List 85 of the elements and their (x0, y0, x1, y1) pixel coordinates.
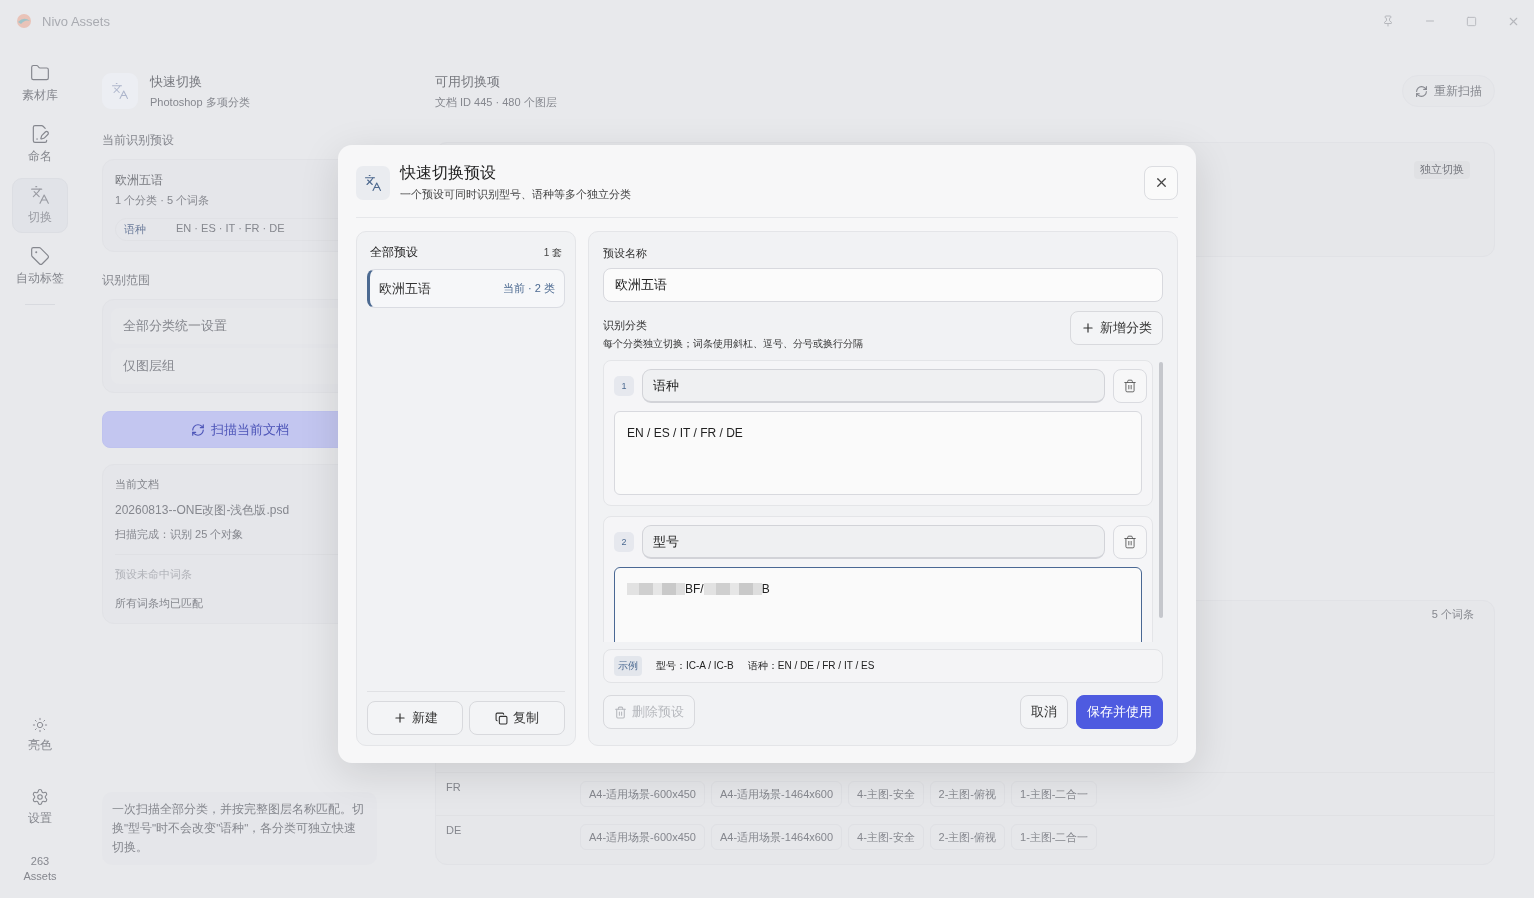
terms-field[interactable]: BF/ B (614, 567, 1142, 642)
example-text: 型号：IC-A / IC-B (656, 659, 734, 673)
asset-count: 263 Assets (23, 854, 57, 884)
layer-chip[interactable]: 4-主图-安全 (848, 824, 924, 850)
index-badge: 1 (614, 376, 634, 396)
refresh-icon (190, 422, 205, 437)
category-label: 语种 (124, 222, 146, 237)
plus-icon (392, 711, 407, 725)
field-label: 预设名称 (603, 246, 648, 261)
missing-status: 所有词条均已匹配 (115, 596, 204, 611)
preset-name-field[interactable]: 欧洲五语 (603, 268, 1163, 302)
sidebar-item[interactable]: 自动标签 (12, 239, 68, 294)
sidebar-item[interactable]: 命名 (12, 117, 68, 172)
trash-icon (614, 705, 627, 719)
dialog-subtitle: 一个预设可同时识别型号、语种等多个独立分类 (400, 187, 631, 202)
logo-icon (16, 13, 32, 29)
layer-chip[interactable]: 4-主图-安全 (848, 781, 924, 807)
field-label: 识别分类 (603, 318, 648, 333)
example-badge: 示例 (614, 656, 642, 676)
rescan-button[interactable]: 重新扫描 (1402, 75, 1495, 107)
sidebar-item[interactable]: 设置 (12, 781, 68, 834)
section-label: 当前识别预设 (102, 132, 175, 149)
sun-icon (32, 717, 48, 733)
page-title: 快速切换 (150, 72, 203, 91)
layer-chip[interactable]: 2-主图-俯视 (929, 781, 1005, 807)
scan-status: 扫描完成：识别 25 个对象 (115, 527, 245, 542)
translate-icon (364, 173, 382, 192)
scrollbar[interactable] (1159, 362, 1163, 618)
delete-category-button[interactable] (1113, 525, 1147, 559)
terms-field[interactable]: EN / ES / IT / FR / DE (614, 411, 1142, 495)
dialog-title: 快速切换预设 (400, 163, 497, 183)
copy-icon (495, 711, 508, 725)
preset-name: 欧洲五语 (115, 172, 164, 189)
preset-summary: 1 个分类 · 5 个词条 (115, 193, 211, 208)
section-title: 可用切换项 (435, 72, 501, 91)
plus-icon (1081, 321, 1095, 335)
index-badge: 2 (614, 532, 634, 552)
field-hint: 每个分类独立切换；词条使用斜杠、逗号、分号或换行分隔 (603, 337, 863, 351)
save-button[interactable]: 保存并使用 (1076, 695, 1163, 729)
sidebar-item[interactable]: 亮色 (12, 710, 68, 761)
sidebar-item[interactable]: 素材库 (12, 56, 68, 111)
layer-chip[interactable]: A4-适用场景-1464x600 (711, 824, 843, 850)
add-category-button[interactable]: 新增分类 (1070, 311, 1163, 345)
preset-count: 1 套 (543, 245, 562, 260)
folder-icon (30, 63, 50, 83)
cancel-button[interactable]: 取消 (1020, 695, 1068, 729)
maximize-icon[interactable] (1466, 15, 1477, 27)
row-label: FR (446, 781, 462, 793)
window-title: Nivo Assets (42, 13, 110, 29)
preset-item[interactable]: 欧洲五语 当前 · 2 类 (367, 269, 565, 308)
pin-icon[interactable] (1382, 15, 1394, 27)
translate-icon (30, 185, 50, 205)
document-label: 当前文档 (115, 477, 160, 492)
mode-badge: 独立切换 (1414, 161, 1470, 179)
category-terms: EN · ES · IT · FR · DE (176, 222, 285, 236)
layer-chip[interactable]: A4-适用场景-600x450 (580, 781, 705, 807)
trash-icon (1123, 379, 1137, 393)
redaction-mark (627, 583, 685, 595)
translate-icon (111, 82, 129, 100)
trash-icon (1123, 535, 1137, 549)
page-subtitle: Photoshop 多项分类 (150, 94, 250, 110)
delete-category-button[interactable] (1113, 369, 1147, 403)
layer-chip[interactable]: 1-主图-二合一 (1011, 824, 1098, 850)
panel-title: 全部预设 (370, 244, 418, 261)
layer-chip[interactable]: A4-适用场景-600x450 (580, 824, 705, 850)
section-label: 识别范围 (102, 272, 151, 289)
close-button[interactable] (1144, 165, 1178, 200)
document-filename: 20260813--ONE改图-浅色版.psd (115, 502, 291, 519)
new-button[interactable]: 新建 (367, 701, 463, 735)
sidebar-item[interactable]: 切换 (12, 178, 68, 233)
row-label: DE (446, 824, 463, 836)
layer-chip[interactable]: 1-主图-二合一 (1011, 781, 1098, 807)
term-count: 5 个词条 (1431, 607, 1474, 622)
layer-chip[interactable]: 2-主图-俯视 (929, 824, 1005, 850)
category-name-field[interactable]: 型号 (642, 525, 1105, 559)
redaction-mark (703, 583, 762, 595)
refresh-icon (1415, 84, 1428, 98)
example-text: 语种：EN / DE / FR / IT / ES (747, 659, 875, 673)
settings-icon (31, 788, 49, 806)
tag-icon (30, 246, 50, 266)
section-subtitle: 文档 ID 445 · 480 个图层 (435, 94, 557, 110)
edit-icon (30, 124, 50, 144)
category-name-field[interactable]: 语种 (642, 369, 1105, 403)
copy-button[interactable]: 复制 (469, 701, 565, 735)
layer-chip[interactable]: A4-适用场景-1464x600 (711, 781, 843, 807)
